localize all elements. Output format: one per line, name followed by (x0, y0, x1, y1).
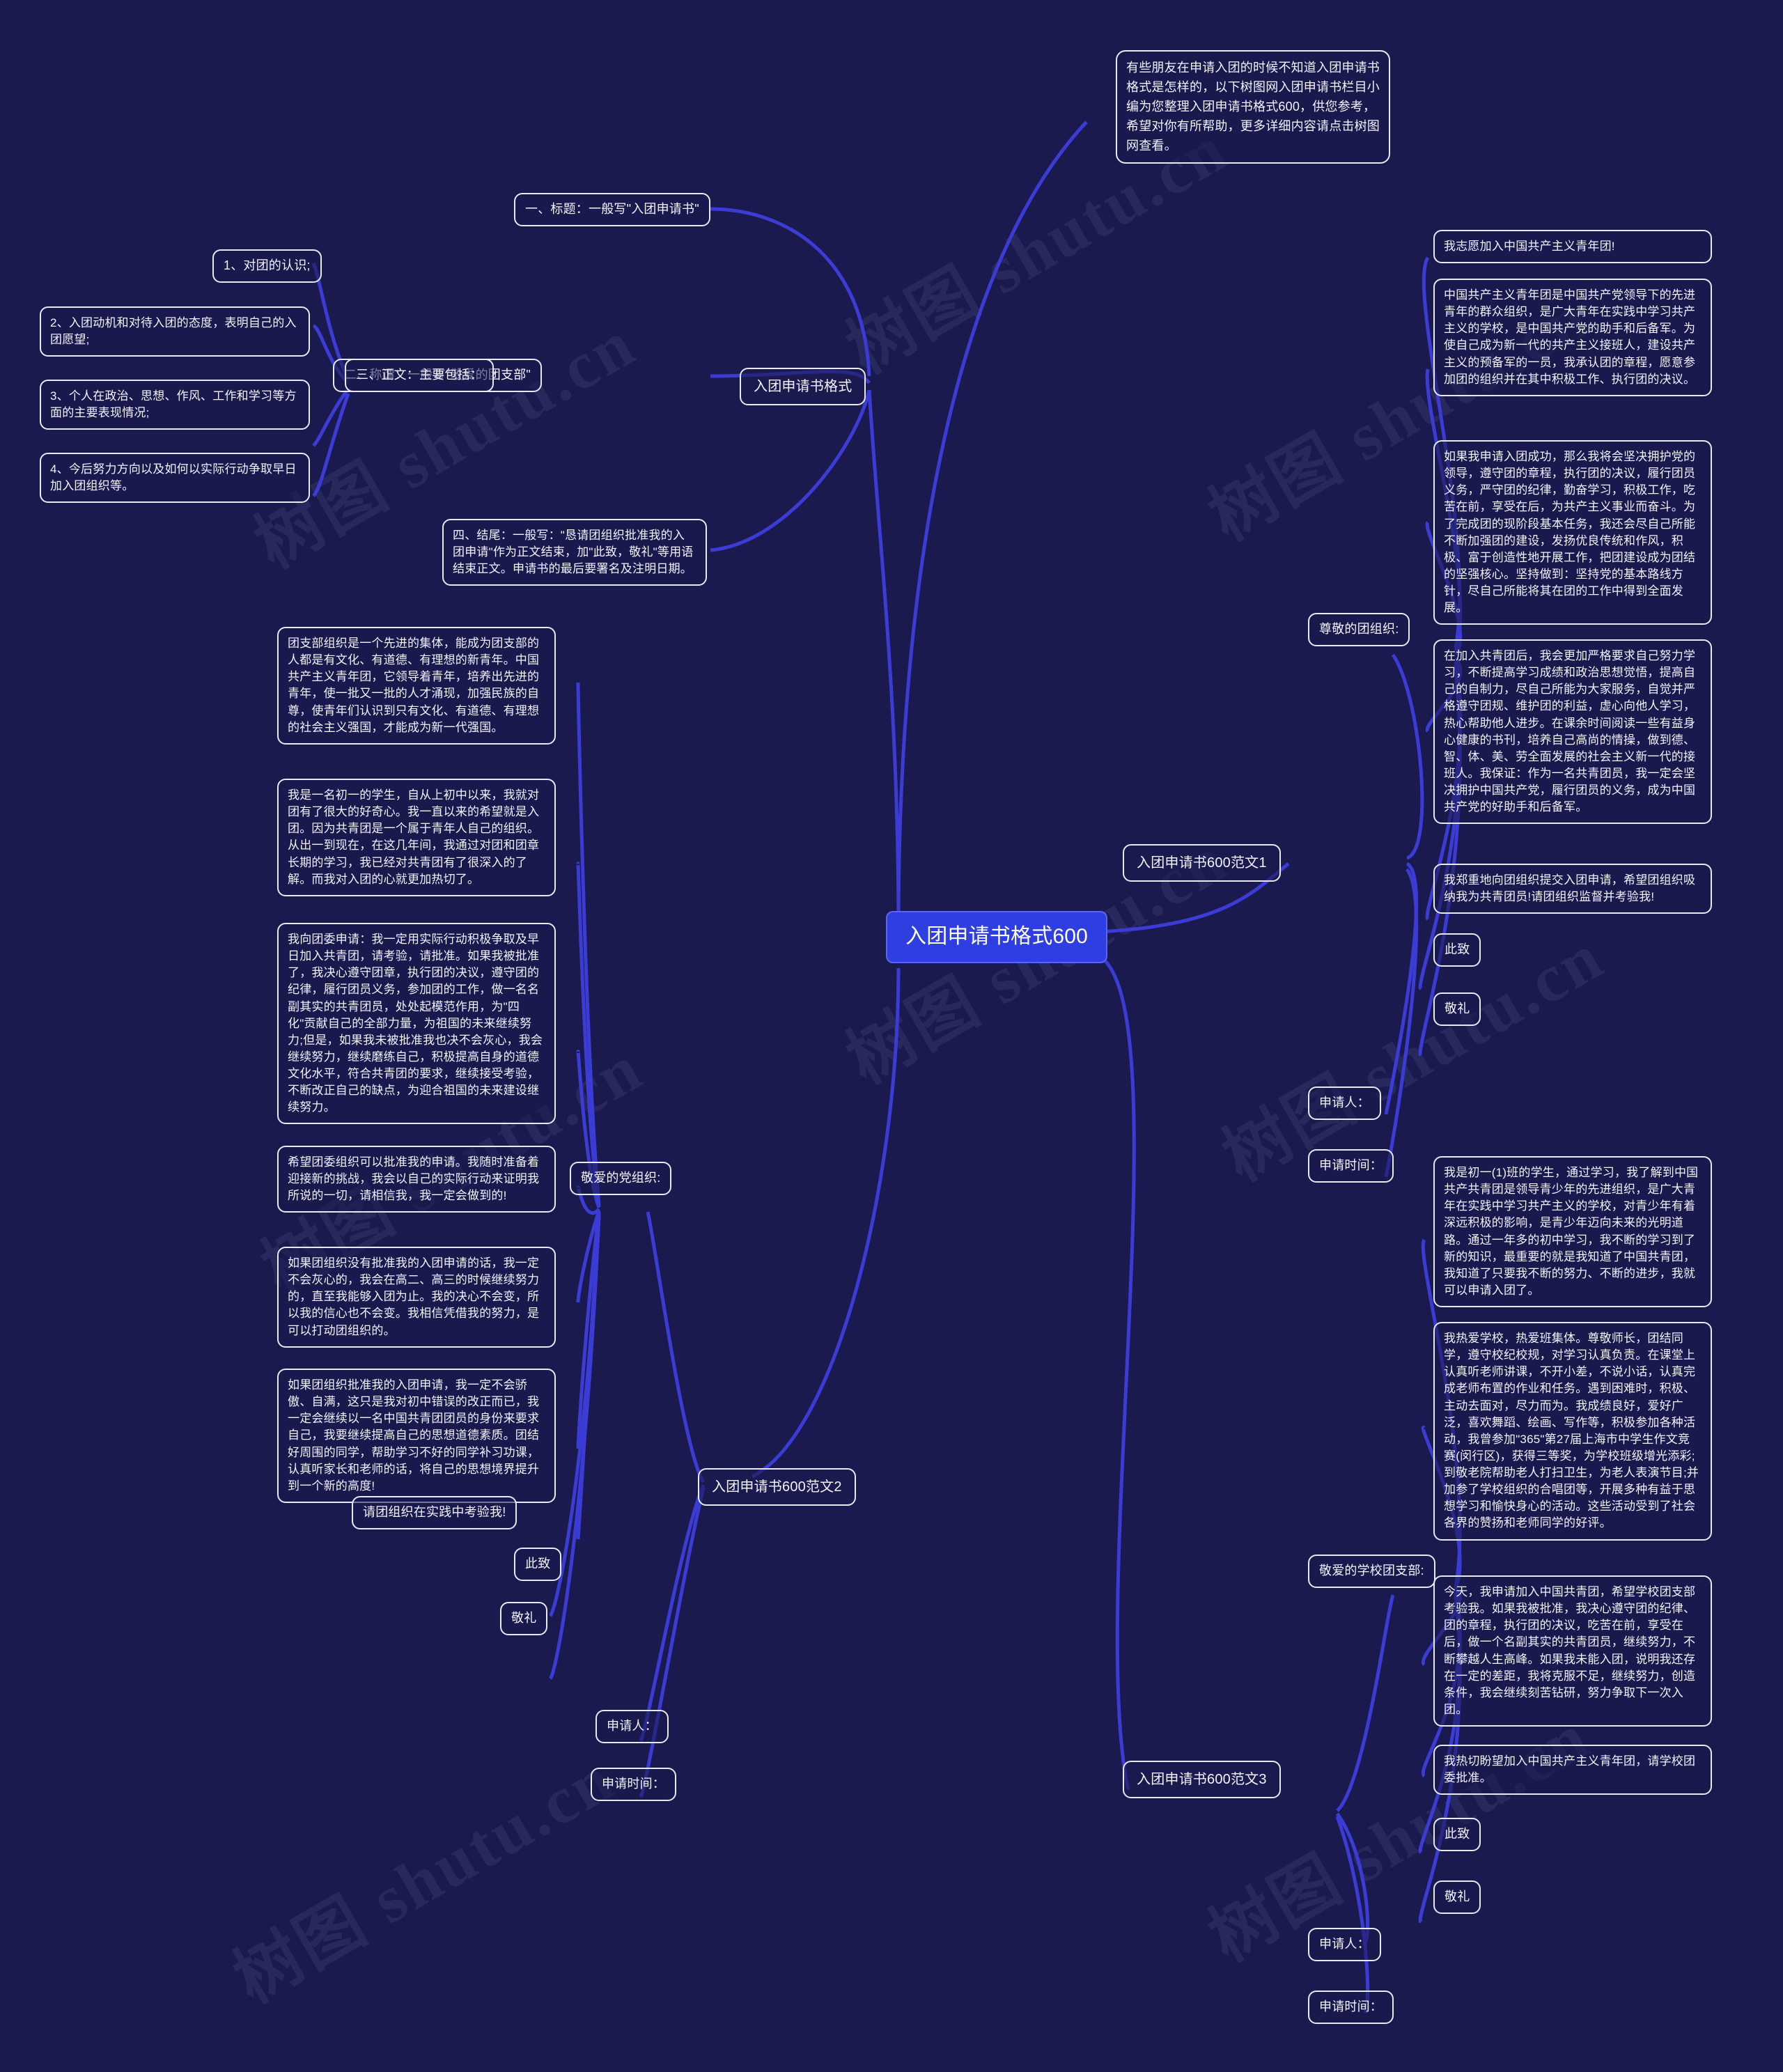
sample1-date-field[interactable]: 申请时间： (1308, 1149, 1394, 1183)
intro-note[interactable]: 有些朋友在申请入团的时候不知道入团申请书格式是怎样的，以下树图网入团申请书栏目小… (1116, 50, 1390, 164)
sample2-date-field[interactable]: 申请时间： (591, 1768, 676, 1801)
sample1-salutation[interactable]: 尊敬的团组织: (1308, 613, 1410, 646)
sample2-para-1[interactable]: 团支部组织是一个先进的集体，能成为团支部的人都是有文化、有道德、有理想的新青年。… (277, 627, 556, 745)
sample1-applicant-field[interactable]: 申请人： (1308, 1086, 1381, 1120)
sample1-closing-jingli[interactable]: 敬礼 (1433, 992, 1481, 1026)
sample2-para-4[interactable]: 希望团委组织可以批准我的申请。我随时准备着迎接新的挑战，我会以自己的实际行动来证… (277, 1146, 556, 1213)
sample1-para-1[interactable]: 我志愿加入中国共产主义青年团! (1433, 230, 1712, 264)
body-sub-1[interactable]: 1、对团的认识; (212, 249, 322, 283)
branch-format[interactable]: 入团申请书格式 (740, 368, 866, 406)
sample1-para-4[interactable]: 在加入共青团后，我会更加严格要求自己努力学习，不断提高学习成绩和政治思想觉悟，提… (1433, 639, 1712, 825)
sample3-para-1[interactable]: 我是初一(1)班的学生，通过学习，我了解到中国共产共青团是领导青少年的先进组织，… (1433, 1156, 1712, 1307)
sample2-salutation[interactable]: 敬爱的党组织: (570, 1162, 672, 1195)
sample1-para-2[interactable]: 中国共产主义青年团是中国共产党领导下的先进青年的群众组织，是广大青年在实践中学习… (1433, 279, 1712, 396)
sample3-date-field[interactable]: 申请时间： (1308, 1991, 1394, 2024)
body-sub-4[interactable]: 4、今后努力方向以及如何以实际行动争取早日加入团组织等。 (40, 453, 310, 504)
sample2-para-3[interactable]: 我向团委申请：我一定用实际行动积极争取及早日加入共青团，请考验，请批准。如果我被… (277, 923, 556, 1125)
format-body-item[interactable]: 三、正文：主要包括： (345, 359, 494, 392)
sample1-para-5[interactable]: 我郑重地向团组织提交入团申请，希望团组织吸纳我为共青团员!请团组织监督并考验我! (1433, 864, 1712, 914)
sample1-closing-cizhi[interactable]: 此致 (1433, 933, 1481, 967)
format-title-item[interactable]: 一、标题：一般写"入团申请书" (514, 193, 710, 226)
sample3-para-4[interactable]: 我热切盼望加入中国共产主义青年团，请学校团委批准。 (1433, 1745, 1712, 1796)
root-node[interactable]: 入团申请书格式600 (886, 911, 1108, 963)
sample2-closing-jingli[interactable]: 敬礼 (500, 1602, 548, 1635)
sample3-para-3[interactable]: 今天，我申请加入中国共青团，希望学校团支部考验我。如果我被批准，我决心遵守团的纪… (1433, 1575, 1712, 1727)
sample3-closing-jingli[interactable]: 敬礼 (1433, 1880, 1481, 1914)
branch-sample-2[interactable]: 入团申请书600范文2 (698, 1468, 856, 1506)
watermark: 树图 shutu.cn (1197, 1698, 1602, 1976)
sample3-salutation[interactable]: 敬爱的学校团支部: (1308, 1555, 1435, 1588)
branch-sample-3[interactable]: 入团申请书600范文3 (1123, 1761, 1281, 1799)
format-ending-item[interactable]: 四、结尾：一般写："恳请团组织批准我的入团申请"作为正文结束，加"此致，敬礼"等… (442, 519, 707, 586)
sample3-applicant-field[interactable]: 申请人： (1308, 1928, 1381, 1961)
sample3-para-2[interactable]: 我热爱学校，热爱班集体。尊敬师长，团结同学，遵守校纪校规，对学习认真负责。在课堂… (1433, 1322, 1712, 1541)
body-sub-3[interactable]: 3、个人在政治、思想、作风、工作和学习等方面的主要表现情况; (40, 380, 310, 430)
watermark: 树图 shutu.cn (221, 1740, 627, 2018)
sample2-para-2[interactable]: 我是一名初一的学生，自从上初中以来，我就对团有了很大的好奇心。我一直以来的希望就… (277, 779, 556, 896)
sample2-para-6[interactable]: 如果团组织批准我的入团申请，我一定不会骄傲、自满，这只是我对初中错误的改正而已，… (277, 1369, 556, 1503)
sample2-para-5[interactable]: 如果团组织没有批准我的入团申请的话，我一定不会灰心的，我会在高二、高三的时候继续… (277, 1247, 556, 1348)
sample2-request[interactable]: 请团组织在实践中考验我! (352, 1496, 517, 1529)
sample2-closing-cizhi[interactable]: 此致 (514, 1548, 562, 1581)
watermark: 树图 shutu.cn (1210, 918, 1616, 1196)
body-sub-2[interactable]: 2、入团动机和对待入团的态度，表明自己的入团愿望; (40, 306, 310, 357)
sample3-closing-cizhi[interactable]: 此致 (1433, 1818, 1481, 1851)
sample2-applicant-field[interactable]: 申请人： (595, 1710, 669, 1743)
branch-sample-1[interactable]: 入团申请书600范文1 (1123, 844, 1281, 882)
mindmap-canvas: 树图 shutu.cn 树图 shutu.cn 树图 shutu.cn 树图 s… (0, 0, 1783, 2072)
sample1-para-3[interactable]: 如果我申请入团成功，那么我将会坚决拥护党的领导，遵守团的章程，执行团的决议，履行… (1433, 440, 1712, 625)
